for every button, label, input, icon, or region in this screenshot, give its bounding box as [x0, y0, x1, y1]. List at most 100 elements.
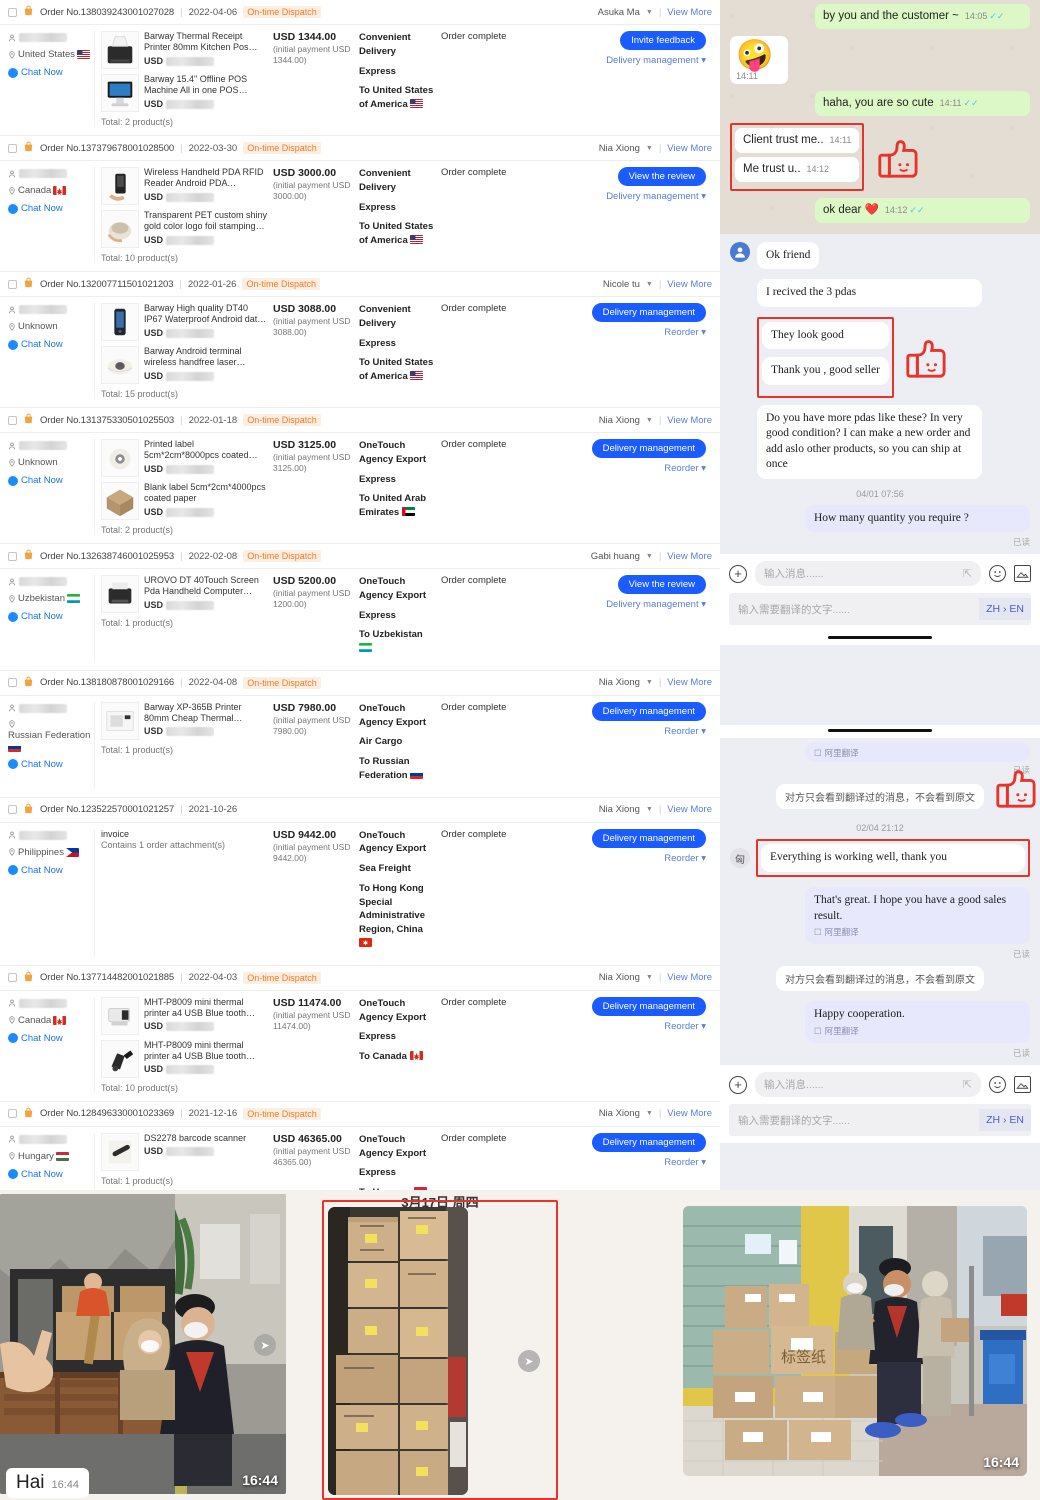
product-item[interactable]: Barway High quality DT40 IP67 Waterproof…	[101, 303, 269, 341]
message-composer-bottom[interactable]: + 输入消息...... ⇱	[720, 1065, 1040, 1105]
chat-now-button[interactable]: Chat Now	[8, 339, 94, 350]
view-more-link[interactable]: View More	[667, 1108, 712, 1119]
order-checkbox[interactable]	[8, 1109, 17, 1119]
emoji-icon-bottom[interactable]	[989, 1076, 1006, 1094]
order-primary-button[interactable]: Delivery management	[591, 1132, 706, 1152]
product-item[interactable]: Blank label 5cm*2cm*4000pcs coated paper…	[101, 482, 269, 520]
language-toggle-top[interactable]: ZH › EN	[979, 598, 1031, 621]
product-title[interactable]: Wireless Handheld PDA RFID Reader Androi…	[144, 167, 269, 190]
product-item[interactable]: Barway Android terminal wireless handfre…	[101, 346, 269, 384]
orders-list[interactable]: Order No.138039243001027028 | 2022-04-06 On…	[0, 0, 720, 1190]
order-checkbox[interactable]	[8, 279, 17, 289]
forward-icon-2[interactable]: ➤	[518, 1350, 540, 1372]
view-more-link[interactable]: View More	[667, 7, 712, 18]
order-secondary-link[interactable]: Reorder ▾	[664, 1021, 706, 1032]
product-item[interactable]: MHT-P8009 mini thermal printer a4 USB Bl…	[101, 996, 269, 1035]
view-more-link[interactable]: View More	[667, 677, 712, 688]
product-item[interactable]: Wireless Handheld PDA RFID Reader Androi…	[101, 167, 269, 205]
product-title[interactable]: DS2278 barcode scanner	[144, 1133, 246, 1144]
order-checkbox[interactable]	[8, 551, 17, 561]
product-thumbnail[interactable]	[101, 996, 139, 1035]
product-thumbnail[interactable]	[101, 1039, 139, 1078]
chevron-down-icon[interactable]: ▼	[646, 417, 653, 424]
view-more-link[interactable]: View More	[667, 279, 712, 290]
product-thumbnail[interactable]	[101, 210, 139, 248]
product-title[interactable]: Barway XP-365B Printer 80mm Cheap Therma…	[144, 702, 269, 725]
translate-bar-top[interactable]: 输入需要翻译的文字...... ZH › EN	[720, 593, 1040, 633]
order-secondary-link[interactable]: Reorder ▾	[664, 1157, 706, 1168]
chat-now-button[interactable]: Chat Now	[8, 1169, 94, 1180]
product-title[interactable]: Blank label 5cm*2cm*4000pcs coated paper	[144, 482, 269, 505]
view-more-link[interactable]: View More	[667, 972, 712, 983]
order-primary-button[interactable]: Delivery management	[591, 439, 706, 458]
chevron-down-icon[interactable]: ▼	[646, 281, 653, 288]
product-title[interactable]: UROVO DT 40Touch Screen Pda Handheld Com…	[144, 575, 269, 598]
product-thumbnail[interactable]	[101, 482, 139, 520]
warehouse-boxes-photo[interactable]: 3月17日 周四 ➤	[322, 1190, 558, 1500]
order-checkbox[interactable]	[8, 7, 17, 17]
product-title[interactable]: Transparent PET custom shiny gold color …	[144, 210, 269, 233]
product-thumbnail[interactable]	[101, 167, 139, 205]
order-primary-button[interactable]: Delivery management	[591, 701, 706, 721]
order-primary-button[interactable]: Delivery management	[591, 996, 706, 1016]
contact-name[interactable]: Nia Xiong	[599, 415, 640, 426]
chat-now-button[interactable]: Chat Now	[8, 67, 94, 78]
contact-name[interactable]: Asuka Ma	[598, 7, 640, 18]
product-item[interactable]: Barway 15.4" Offline POS Machine All in …	[101, 74, 269, 112]
chat-panel[interactable]: by you and the customer ~14:05 ✓✓ 🤪 14:11 ha…	[720, 0, 1040, 1190]
product-item[interactable]: Transparent PET custom shiny gold color …	[101, 210, 269, 248]
chevron-down-icon[interactable]: ▼	[646, 553, 653, 560]
order-checkbox[interactable]	[8, 678, 17, 688]
chevron-down-icon[interactable]: ▼	[646, 974, 653, 981]
product-item[interactable]: UROVO DT 40Touch Screen Pda Handheld Com…	[101, 575, 269, 613]
product-item[interactable]: DS2278 barcode scanner USD	[101, 1132, 269, 1171]
product-title[interactable]: Printed label 5cm*2cm*8000pcs coated pap…	[144, 439, 269, 462]
expand-icon-bottom[interactable]: ⇱	[963, 1078, 972, 1091]
view-more-link[interactable]: View More	[667, 415, 712, 426]
view-more-link[interactable]: View More	[667, 143, 712, 154]
order-primary-button[interactable]: Delivery management	[591, 828, 706, 848]
chevron-down-icon[interactable]: ▼	[646, 1110, 653, 1117]
order-secondary-link[interactable]: Reorder ▾	[664, 463, 706, 474]
image-icon[interactable]	[1014, 565, 1031, 583]
order-checkbox[interactable]	[8, 973, 17, 983]
chat-now-button[interactable]: Chat Now	[8, 759, 94, 770]
language-toggle-bottom[interactable]: ZH › EN	[979, 1109, 1031, 1132]
order-secondary-link[interactable]: Reorder ▾	[664, 327, 706, 338]
forward-icon-1[interactable]: ➤	[254, 1334, 276, 1356]
chevron-down-icon[interactable]: ▼	[646, 9, 653, 16]
order-checkbox[interactable]	[8, 805, 17, 815]
order-primary-button[interactable]: Delivery management	[591, 303, 706, 322]
product-title[interactable]: Barway 15.4" Offline POS Machine All in …	[144, 74, 269, 97]
product-title[interactable]: invoice	[101, 829, 225, 840]
shop-delivery-photo[interactable]: 标签纸 16:44	[683, 1206, 1027, 1476]
chat-now-button[interactable]: Chat Now	[8, 475, 94, 486]
product-thumbnail[interactable]	[101, 439, 139, 477]
product-item[interactable]: Printed label 5cm*2cm*8000pcs coated pap…	[101, 439, 269, 477]
product-thumbnail[interactable]	[101, 303, 139, 341]
product-thumbnail[interactable]	[101, 701, 139, 740]
chat-now-button[interactable]: Chat Now	[8, 611, 94, 622]
chat-now-button[interactable]: Chat Now	[8, 865, 94, 876]
image-icon-bottom[interactable]	[1014, 1076, 1031, 1094]
product-thumbnail[interactable]	[101, 74, 139, 112]
chat-now-button[interactable]: Chat Now	[8, 1033, 94, 1044]
chevron-down-icon[interactable]: ▼	[646, 145, 653, 152]
message-input-bottom[interactable]: 输入消息...... ⇱	[755, 1072, 981, 1098]
order-primary-button[interactable]: View the review	[617, 575, 706, 594]
contact-name[interactable]: Nia Xiong	[599, 1108, 640, 1119]
view-more-link[interactable]: View More	[667, 804, 712, 815]
product-title[interactable]: Barway Android terminal wireless handfre…	[144, 346, 269, 369]
chevron-down-icon[interactable]: ▼	[646, 806, 653, 813]
order-primary-button[interactable]: View the review	[617, 167, 706, 186]
product-item[interactable]: invoice Contains 1 order attachment(s)	[101, 829, 269, 852]
truck-unloading-photo[interactable]: 16:44 ➤	[0, 1194, 286, 1494]
product-item[interactable]: Barway Thermal Receipt Printer 80mm Kitc…	[101, 31, 269, 69]
product-title[interactable]: MHT-P8009 mini thermal printer a4 USB Bl…	[144, 1040, 269, 1063]
contact-name[interactable]: Nia Xiong	[599, 972, 640, 983]
contact-name[interactable]: Nicole tu	[603, 279, 640, 290]
order-secondary-link[interactable]: Reorder ▾	[664, 726, 706, 737]
expand-icon[interactable]: ⇱	[963, 567, 972, 580]
add-attachment-icon-bottom[interactable]: +	[729, 1075, 747, 1094]
product-title[interactable]: Barway Thermal Receipt Printer 80mm Kitc…	[144, 31, 269, 54]
